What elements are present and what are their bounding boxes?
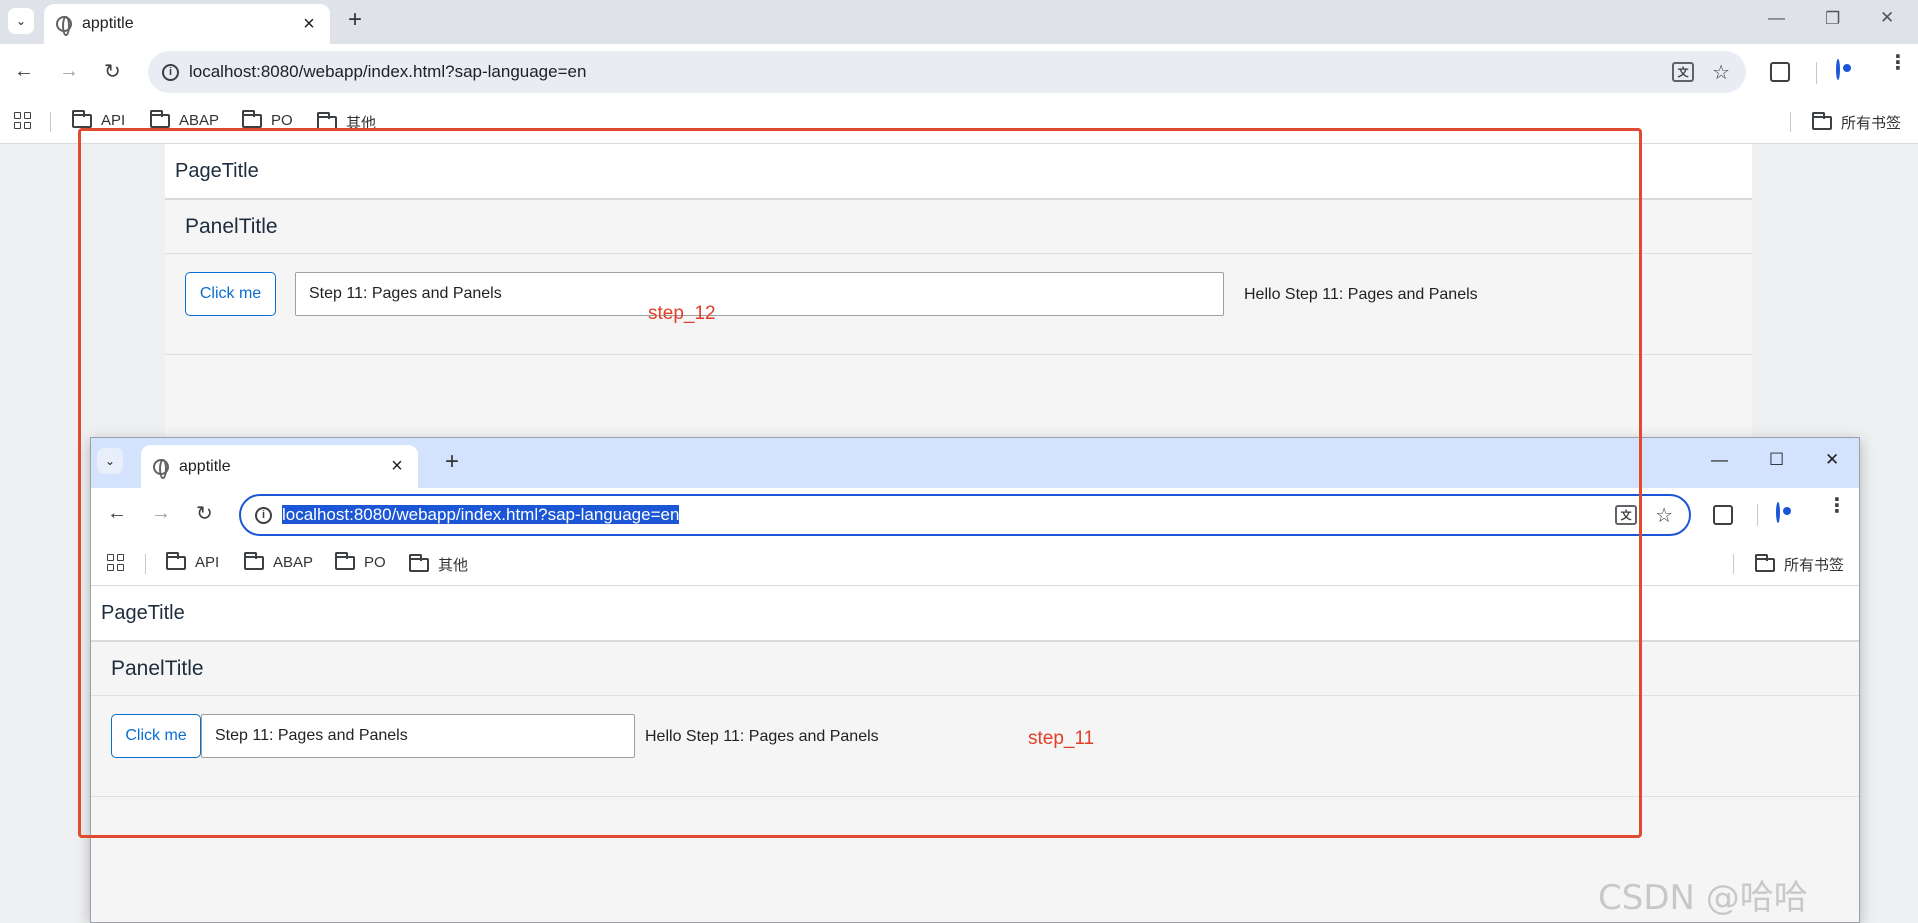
- apps-grid-icon[interactable]: [14, 112, 31, 129]
- address-bar[interactable]: i localhost:8080/webapp/index.html?sap-l…: [148, 51, 1746, 93]
- close-window-icon[interactable]: ✕: [1880, 8, 1894, 28]
- minimize-icon[interactable]: —: [1711, 450, 1728, 470]
- bookmark-label: ABAP: [179, 112, 220, 129]
- folder-icon: [1755, 553, 1775, 572]
- puzzle-icon[interactable]: [1713, 505, 1733, 525]
- folder-icon: [150, 109, 170, 128]
- toolbar-divider: [1757, 504, 1758, 526]
- kebab-menu-icon[interactable]: ⋮: [1827, 496, 1847, 516]
- restore-icon[interactable]: ❐: [1825, 9, 1840, 29]
- translate-icon[interactable]: 文: [1672, 62, 1695, 82]
- plus-icon[interactable]: +: [348, 6, 362, 34]
- bookmarks-divider-right: [1790, 112, 1791, 132]
- close-window-icon[interactable]: ✕: [1825, 450, 1839, 470]
- tab-title: apptitle: [82, 15, 134, 32]
- folder-icon: [242, 109, 262, 128]
- bookmarks-divider: [50, 112, 51, 132]
- folder-icon: [1812, 111, 1832, 130]
- bookmark-po[interactable]: PO: [242, 109, 293, 129]
- info-icon[interactable]: i: [162, 63, 179, 81]
- puzzle-icon[interactable]: [1770, 62, 1790, 82]
- tab-list-button[interactable]: ⌄: [8, 8, 34, 34]
- outer-tab-strip: ⌄ apptitle × + — ❐ ✕: [0, 0, 1918, 44]
- chevron-down-icon: ⌄: [15, 14, 27, 28]
- outer-toolbar: ← → ↻ i localhost:8080/webapp/index.html…: [0, 44, 1918, 102]
- back-arrow-icon[interactable]: ←: [14, 60, 34, 83]
- globe-icon: [56, 16, 72, 36]
- outer-tab-apptitle[interactable]: apptitle ×: [44, 4, 330, 44]
- bookmark-all[interactable]: 所有书签: [1812, 111, 1902, 133]
- close-icon[interactable]: ×: [298, 13, 320, 35]
- bookmark-label: API: [101, 112, 126, 129]
- profile-icon[interactable]: [1776, 502, 1780, 523]
- star-icon[interactable]: ☆: [1712, 60, 1730, 85]
- forward-arrow-icon[interactable]: →: [59, 60, 79, 83]
- folder-icon: [72, 109, 92, 128]
- star-icon[interactable]: ☆: [1655, 503, 1673, 528]
- watermark: CSDN @哈哈~haha: [1598, 878, 1808, 923]
- profile-icon[interactable]: [1836, 59, 1840, 80]
- bookmarks-divider-right: [1733, 554, 1734, 574]
- bookmark-api[interactable]: API: [72, 109, 126, 129]
- bookmark-abap[interactable]: ABAP: [150, 109, 220, 129]
- highlight-box: [78, 128, 1642, 838]
- bookmark-label: PO: [271, 112, 293, 129]
- bookmark-label: 所有书签: [1841, 115, 1902, 132]
- maximize-icon[interactable]: ☐: [1769, 450, 1784, 470]
- toolbar-divider: [1816, 62, 1817, 84]
- minimize-icon[interactable]: —: [1768, 8, 1785, 28]
- reload-icon[interactable]: ↻: [104, 59, 121, 84]
- kebab-menu-icon[interactable]: ⋮: [1888, 53, 1908, 73]
- bookmark-label: 所有书签: [1784, 557, 1845, 574]
- url-text[interactable]: localhost:8080/webapp/index.html?sap-lan…: [189, 62, 1672, 82]
- bookmark-all[interactable]: 所有书签: [1755, 553, 1845, 575]
